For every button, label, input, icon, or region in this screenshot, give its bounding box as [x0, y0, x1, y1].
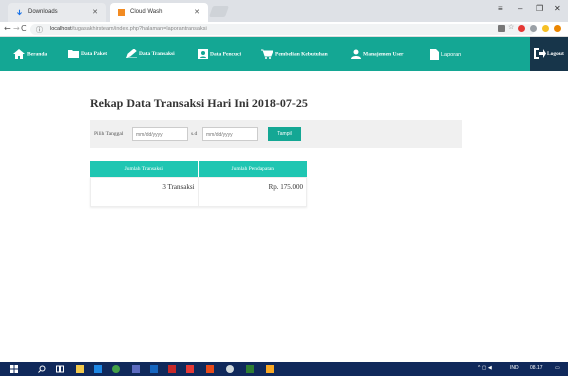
main-navbar: Beranda Data Paket Data Transaksi Data P…	[0, 37, 568, 71]
minimize-icon[interactable]: –	[518, 4, 522, 13]
date-filter-panel: Pilih Tanggal mm/dd/yyyy s.d mm/dd/yyyy …	[90, 120, 462, 148]
extension-icon[interactable]	[518, 25, 525, 32]
nav-item-manajemen-user[interactable]: Manajemen User	[351, 49, 403, 59]
home-icon	[13, 49, 25, 59]
logout-button[interactable]: Logout	[530, 37, 568, 71]
filter-label: Pilih Tanggal	[94, 131, 124, 137]
back-icon[interactable]: ←	[4, 24, 11, 33]
settings-icon[interactable]	[226, 365, 234, 373]
app-icon[interactable]	[266, 365, 274, 373]
tab-downloads[interactable]: Downloads ✕	[8, 3, 106, 22]
notification-icon[interactable]: ▭	[555, 365, 560, 371]
app-icon[interactable]	[132, 365, 140, 373]
nav-label: Pembelian Kebutuhan	[275, 51, 328, 58]
tampil-button[interactable]: Tampil	[268, 127, 301, 141]
user-icon	[351, 49, 361, 59]
windows-taskbar: ^ ▢ ◀ IND 08.17 ▭	[0, 362, 568, 376]
cart-icon	[261, 49, 273, 59]
task-view-icon[interactable]	[56, 365, 64, 373]
nav-item-laporan[interactable]: Laporan	[430, 49, 461, 60]
info-icon[interactable]: ⓘ	[36, 25, 43, 35]
page-title: Rekap Data Transaksi Hari Ini 2018-07-25	[90, 96, 308, 110]
close-icon[interactable]: ✕	[194, 8, 200, 16]
nav-label: Laporan	[441, 51, 462, 58]
nav-label: Beranda	[27, 51, 48, 58]
nav-item-beranda[interactable]: Beranda	[13, 49, 47, 59]
language-indicator[interactable]: IND	[510, 365, 519, 371]
bookmark-star-icon[interactable]: ☆	[508, 23, 515, 31]
nav-item-data-pencuci[interactable]: Data Pencuci	[198, 49, 241, 59]
nav-item-data-transaksi[interactable]: Data Transaksi	[126, 49, 175, 58]
tab-label: Cloud Wash	[130, 9, 163, 15]
cell-jumlah-transaksi: 3 Transaksi	[91, 178, 199, 206]
app-icon[interactable]	[150, 365, 158, 373]
date-from-input[interactable]: mm/dd/yyyy	[132, 127, 188, 141]
profile-icon[interactable]: ≡	[498, 4, 503, 13]
tab-cloud-wash[interactable]: Cloud Wash ✕	[110, 3, 208, 22]
logout-label: Logout	[547, 51, 564, 57]
nav-item-data-paket[interactable]: Data Paket	[68, 49, 107, 58]
chrome-icon[interactable]	[112, 365, 120, 373]
folder-icon	[68, 50, 79, 58]
reload-icon[interactable]: C	[21, 24, 27, 33]
app-icon[interactable]	[94, 365, 102, 373]
nav-label: Data Paket	[81, 50, 108, 57]
maximize-icon[interactable]: ❐	[536, 4, 543, 13]
browser-tab-strip: Downloads ✕ Cloud Wash ✕ ≡ – ❐ ✕	[0, 0, 568, 22]
site-favicon-icon	[118, 9, 125, 16]
extension-icon[interactable]	[542, 25, 549, 32]
tray-icons[interactable]: ^ ▢ ◀	[478, 365, 492, 371]
date-to-input[interactable]: mm/dd/yyyy	[202, 127, 258, 141]
between-label: s.d	[191, 131, 198, 137]
windows-start-icon[interactable]	[10, 365, 18, 373]
url-path: /tugasakhirsteam/index.php?halaman=lapor…	[71, 26, 207, 32]
app-icon[interactable]	[186, 365, 194, 373]
extension-icon[interactable]	[530, 25, 537, 32]
app-icon[interactable]	[76, 365, 84, 373]
nav-label: Data Transaksi	[139, 50, 175, 57]
app-icon[interactable]	[168, 365, 176, 373]
summary-table: Jumlah Transaksi Jumlah Pendapatan 3 Tra…	[90, 161, 307, 207]
address-bar-row: ← → C ⓘ localhost/tugasakhirsteam/index.…	[0, 22, 568, 37]
tab-label: Downloads	[28, 9, 58, 15]
nav-label: Data Pencuci	[210, 51, 242, 58]
download-icon	[17, 9, 22, 16]
cell-jumlah-pendapatan: Rp. 175.000	[268, 183, 303, 191]
close-icon[interactable]: ✕	[92, 8, 98, 16]
url-field[interactable]: ⓘ localhost/tugasakhirsteam/index.php?ha…	[30, 24, 535, 35]
app-icon[interactable]	[206, 365, 214, 373]
nav-item-pembelian-kebutuhan[interactable]: Pembelian Kebutuhan	[261, 49, 328, 59]
header-jumlah-pendapatan: Jumlah Pendapatan	[231, 166, 275, 172]
nav-label: Manajemen User	[363, 51, 404, 58]
extension-icon[interactable]	[554, 25, 561, 32]
table-header: Jumlah Transaksi Jumlah Pendapatan	[90, 161, 307, 177]
url-host: localhost	[50, 26, 72, 32]
sign-out-icon	[534, 48, 546, 59]
translate-icon[interactable]	[498, 25, 505, 32]
close-window-icon[interactable]: ✕	[554, 4, 561, 13]
forward-icon[interactable]: →	[13, 24, 20, 33]
clock[interactable]: 08.17	[530, 365, 543, 371]
header-jumlah-transaksi: Jumlah Transaksi	[90, 161, 199, 177]
search-icon[interactable]	[38, 365, 46, 373]
app-icon[interactable]	[246, 365, 254, 373]
table-row: 3 Transaksi Rp. 175.000	[90, 177, 307, 207]
new-tab-button[interactable]	[208, 6, 230, 17]
user-card-icon	[198, 49, 208, 59]
pencil-icon	[126, 49, 137, 58]
document-icon	[430, 49, 439, 60]
